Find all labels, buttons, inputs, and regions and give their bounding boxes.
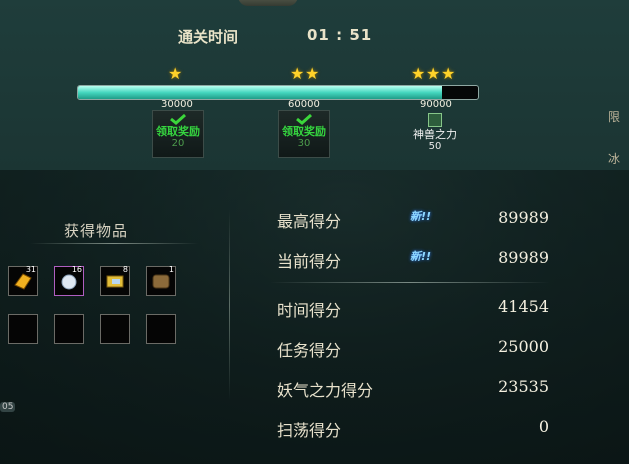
- star-icon: ★: [411, 64, 426, 83]
- milestone-label: 领取奖励: [282, 125, 326, 138]
- new-record-badge: 新!!: [410, 210, 432, 223]
- score-progress-bar: [77, 85, 479, 100]
- top-emblem: [238, 0, 298, 6]
- score-divider: [270, 282, 550, 283]
- side-menu-label[interactable]: 限: [608, 108, 620, 125]
- milestone-count: 30: [297, 138, 311, 149]
- milestone-reward-1[interactable]: 领取奖励 20: [152, 110, 204, 158]
- panel-divider: [229, 210, 230, 400]
- demon-power-score-label: 妖气之力得分: [277, 381, 374, 400]
- item-qty: 31: [25, 265, 36, 274]
- best-score-label: 最高得分: [277, 212, 342, 231]
- task-score-value: 25000: [498, 337, 549, 356]
- threshold-1: 30000: [161, 99, 193, 110]
- item-slot[interactable]: 8: [100, 265, 130, 296]
- threshold-2: 60000: [288, 99, 320, 110]
- current-score-label: 当前得分: [277, 252, 342, 271]
- obtained-items-title: 获得物品: [64, 222, 129, 240]
- star-icon: ★: [305, 64, 320, 83]
- time-score-label: 时间得分: [277, 301, 342, 320]
- star-icon: ★: [426, 64, 441, 83]
- milestone-count: 50: [428, 141, 442, 152]
- clear-time-value: 01 : 51: [307, 26, 373, 44]
- time-score-value: 41454: [498, 297, 549, 316]
- item-qty: 8: [122, 265, 128, 274]
- side-menu-label[interactable]: 冰: [608, 150, 620, 167]
- score-progress-fill: [78, 86, 442, 99]
- milestone-label: 神兽之力: [413, 128, 457, 141]
- milestone-reward-3[interactable]: 神兽之力 50: [410, 110, 460, 156]
- checkmark-icon: [170, 113, 186, 125]
- hud-level-badge: 05: [0, 402, 16, 412]
- new-record-badge: 新!!: [410, 250, 432, 263]
- item-qty: 1: [168, 265, 174, 274]
- clear-time-label: 通关时间: [178, 28, 239, 46]
- milestone-count: 20: [171, 138, 185, 149]
- empty-item-slot: [146, 314, 176, 344]
- star-icon: ★: [290, 64, 305, 83]
- title-underline: [30, 243, 198, 244]
- checkmark-icon: [296, 113, 312, 125]
- milestone-label: 领取奖励: [156, 125, 200, 138]
- milestone-reward-2[interactable]: 领取奖励 30: [278, 110, 330, 158]
- sweep-score-label: 扫荡得分: [277, 421, 342, 440]
- demon-power-score-value: 23535: [498, 377, 549, 396]
- empty-item-slot: [8, 314, 38, 344]
- star-icon: ★: [441, 64, 456, 83]
- empty-item-slot: [100, 314, 130, 344]
- task-score-label: 任务得分: [277, 341, 342, 360]
- item-slot[interactable]: 16: [54, 265, 84, 296]
- item-slot[interactable]: 31: [8, 265, 38, 296]
- threshold-3: 90000: [420, 99, 452, 110]
- empty-item-slot: [54, 314, 84, 344]
- beast-power-icon: [428, 113, 442, 127]
- item-qty: 16: [71, 265, 82, 274]
- current-score-value: 89989: [498, 248, 549, 267]
- item-slot[interactable]: 1: [146, 265, 176, 296]
- star-icon: ★: [168, 64, 183, 83]
- best-score-value: 89989: [498, 208, 549, 227]
- sweep-score-value: 0: [538, 417, 549, 436]
